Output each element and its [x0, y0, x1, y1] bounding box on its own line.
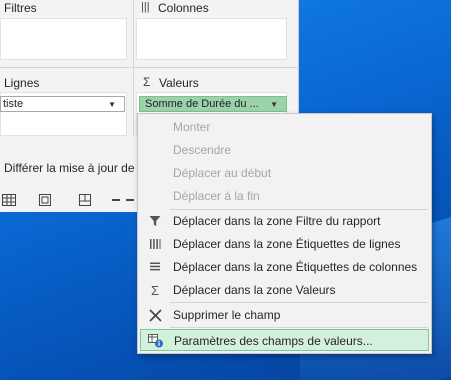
menu-item-label: Monter — [173, 120, 211, 134]
menu-item-move-up[interactable]: Monter — [140, 116, 429, 138]
field-context-menu: Monter Descendre Déplacer au début Dépla… — [137, 113, 432, 354]
rows-area-label: Lignes — [4, 76, 40, 90]
menu-item-label: Déplacer dans la zone Étiquettes de lign… — [173, 237, 401, 251]
page-layout-view-icon[interactable] — [36, 191, 54, 209]
rows-icon — [146, 235, 164, 253]
menu-item-move-to-filter[interactable]: Déplacer dans la zone Filtre du rapport — [140, 210, 429, 232]
menu-item-label: Déplacer dans la zone Valeurs — [173, 283, 336, 297]
remove-icon — [146, 306, 164, 324]
menu-item-label: Paramètres des champs de valeurs... — [174, 334, 373, 348]
menu-separator — [170, 327, 428, 328]
menu-item-remove-field[interactable]: Supprimer le champ — [140, 304, 429, 326]
menu-item-move-to-values[interactable]: Σ Déplacer dans la zone Valeurs — [140, 279, 429, 301]
filter-icon — [146, 212, 164, 230]
chevron-down-icon: ▼ — [270, 100, 278, 109]
sigma-icon: Σ — [150, 282, 160, 298]
normal-view-icon[interactable] — [0, 191, 18, 209]
status-view-bar — [0, 188, 140, 212]
columns-icon: ||| — [141, 1, 150, 13]
menu-item-label: Supprimer le champ — [173, 308, 281, 322]
values-area-label: Valeurs — [159, 76, 199, 90]
columns-icon — [146, 258, 164, 276]
filters-area-label: Filtres — [4, 1, 37, 15]
value-field-label: Somme de Durée du ... — [145, 98, 259, 110]
menu-item-value-field-settings[interactable]: Paramètres des champs de valeurs... — [140, 329, 429, 351]
field-settings-icon — [147, 332, 165, 350]
defer-update-label[interactable]: Différer la mise à jour de l — [4, 161, 141, 175]
menu-item-move-to-end[interactable]: Déplacer à la fin — [140, 185, 429, 207]
columns-drop-zone[interactable] — [136, 18, 287, 60]
page-break-view-icon[interactable] — [76, 191, 94, 209]
menu-item-label: Déplacer dans la zone Étiquettes de colo… — [173, 260, 418, 274]
chevron-down-icon: ▼ — [108, 100, 116, 109]
filters-drop-zone[interactable] — [0, 18, 127, 60]
value-field-chip[interactable]: Somme de Durée du ... ▼ — [139, 96, 287, 112]
menu-item-move-to-start[interactable]: Déplacer au début — [140, 162, 429, 184]
menu-separator — [170, 302, 428, 303]
menu-item-label: Déplacer dans la zone Filtre du rapport — [173, 214, 381, 228]
zoom-slider-icon[interactable] — [126, 199, 134, 201]
menu-item-move-to-rows[interactable]: Déplacer dans la zone Étiquettes de lign… — [140, 233, 429, 255]
menu-item-label: Déplacer à la fin — [173, 189, 260, 203]
menu-item-label: Descendre — [173, 143, 232, 157]
zoom-out-icon[interactable] — [112, 199, 120, 201]
row-field-dropdown[interactable]: tiste ▼ — [0, 96, 125, 112]
row-field-label: tiste — [3, 98, 24, 110]
menu-item-label: Déplacer au début — [173, 166, 272, 180]
sigma-icon: Σ — [143, 75, 151, 89]
area-divider-vertical — [133, 0, 134, 136]
area-divider-horizontal — [0, 67, 299, 68]
menu-item-move-to-columns[interactable]: Déplacer dans la zone Étiquettes de colo… — [140, 256, 429, 278]
menu-item-move-down[interactable]: Descendre — [140, 139, 429, 161]
columns-area-label: Colonnes — [158, 1, 209, 15]
